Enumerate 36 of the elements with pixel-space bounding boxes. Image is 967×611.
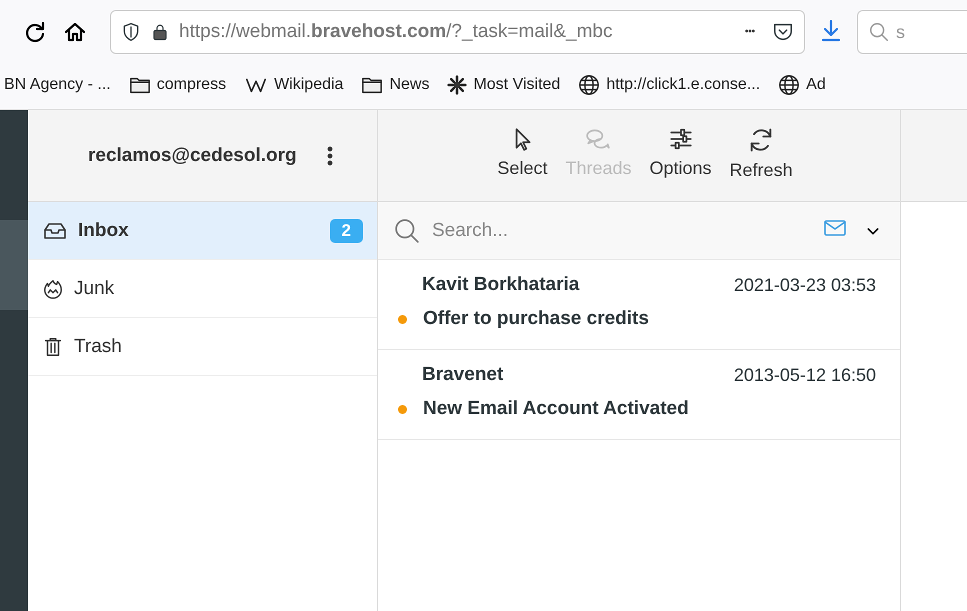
globe-icon	[778, 74, 800, 96]
lock-icon	[151, 22, 169, 42]
unread-count: 2	[330, 218, 363, 242]
message-item[interactable]: Kavit Borkhataria 2021-03-23 03:53 Offer to purchase credits	[378, 260, 900, 350]
search-bar[interactable]: Search...	[378, 202, 900, 260]
message-date: 2013-05-12 16:50	[734, 364, 876, 386]
message-subject: New Email Account Activated	[423, 398, 689, 420]
pocket-icon	[772, 21, 794, 43]
bookmark[interactable]: compress	[128, 74, 226, 96]
gear-icon	[447, 75, 468, 95]
bookmark[interactable]: BN Agency - ...	[4, 76, 111, 94]
search-icon	[868, 21, 890, 43]
reload-icon	[23, 20, 47, 44]
shield-icon	[121, 22, 141, 42]
toolbar-button[interactable]: Select	[491, 124, 554, 188]
message-subject: Offer to purchase credits	[423, 308, 649, 330]
account-name: reclamos@cedesol.org	[88, 144, 297, 166]
message-sender: Bravenet	[422, 364, 504, 386]
kebab-icon	[326, 146, 333, 166]
address-bar[interactable]: https://webmail.bravehost.com/?_task=mail&_mbc	[110, 10, 805, 54]
message-item[interactable]: Bravenet 2013-05-12 16:50 New Email Account Activated	[378, 350, 900, 440]
toolbar-button[interactable]: Options	[644, 124, 718, 188]
bookmark[interactable]: Ad	[778, 74, 826, 96]
message-sender: Kavit Borkhataria	[422, 274, 580, 296]
search-icon	[394, 218, 420, 244]
bookmark[interactable]: News	[361, 74, 430, 96]
toolbar-button[interactable]: Refresh	[724, 124, 799, 188]
url-text: https://webmail.bravehost.com/?_task=mail&_mbc	[179, 21, 614, 43]
bookmark[interactable]: Wikipedia	[244, 74, 344, 96]
home-icon	[63, 20, 87, 44]
message-date: 2021-03-23 03:53	[734, 274, 876, 296]
bookmark[interactable]: Most Visited	[447, 75, 560, 95]
globe-icon	[578, 74, 600, 96]
bookmark[interactable]: http://click1.e.conse...	[578, 74, 760, 96]
search-field[interactable]: Search...	[430, 218, 810, 242]
folder-item[interactable]: Inbox 2	[28, 202, 377, 260]
